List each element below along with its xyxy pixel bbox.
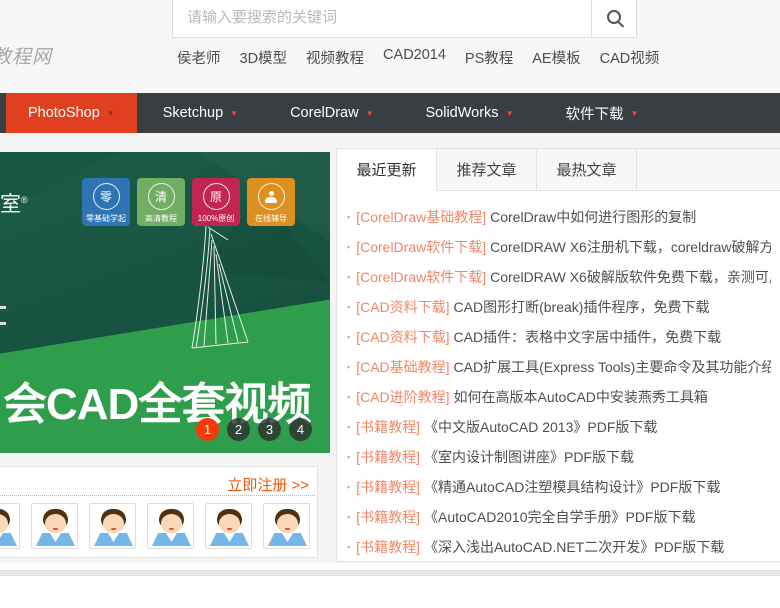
- badge-zero-basis: 零 零基础学起: [82, 178, 130, 226]
- banner-badges: 零 零基础学起 清 高清教程 原 100%原创 在线辅导: [82, 178, 295, 226]
- nav-item-coreldraw[interactable]: CorelDraw ▼: [264, 93, 399, 133]
- bullet-icon: ▪: [347, 302, 351, 312]
- article-item[interactable]: ▪ [CAD进阶教程] 如何在高版本AutoCAD中安装燕秀工具箱: [347, 382, 771, 412]
- member-avatars-row: [0, 503, 310, 549]
- badge-original: 原 100%原创: [192, 178, 240, 226]
- badge-hd-tutorial: 清 高清教程: [137, 178, 185, 226]
- chevron-down-icon: ▼: [230, 108, 239, 118]
- article-item[interactable]: ▪ [CAD资料下载] CAD插件：表格中文字居中插件，免费下载: [347, 322, 771, 352]
- article-item[interactable]: ▪ [CAD资料下载] CAD图形打断(break)插件程序，免费下载: [347, 292, 771, 322]
- nav-item-sketchup[interactable]: Sketchup ▼: [137, 93, 264, 133]
- cutoff-text-fragment: [0, 322, 6, 325]
- article-item[interactable]: ▪ [书籍教程] 《深入浅出AutoCAD.NET二次开发》PDF版下载: [347, 532, 771, 562]
- article-item[interactable]: ▪ [书籍教程] 《室内设计制图讲座》PDF版下载: [347, 442, 771, 472]
- top-link-3dmodel[interactable]: 3D模型: [240, 47, 288, 68]
- nav-item-label: PhotoShop: [28, 105, 100, 121]
- top-link-houlaoshi[interactable]: 侯老师: [177, 47, 221, 68]
- bullet-icon: ▪: [347, 362, 351, 372]
- bullet-icon: ▪: [347, 452, 351, 462]
- search-bar: [172, 0, 637, 38]
- member-avatar[interactable]: [205, 503, 252, 549]
- tab-hottest[interactable]: 最热文章: [537, 149, 637, 190]
- top-link-ps[interactable]: PS教程: [465, 47, 513, 68]
- main-nav: PhotoShop ▼ Sketchup ▼ CorelDraw ▼ Solid…: [0, 93, 780, 133]
- dotted-divider: [0, 495, 315, 496]
- nav-item-solidworks[interactable]: SolidWorks ▼: [400, 93, 540, 133]
- zero-icon: 零: [92, 183, 120, 210]
- page: 教程网 侯老师 3D模型 视频教程 CAD2014 PS教程 AE模板 CAD视…: [0, 0, 780, 608]
- member-avatar[interactable]: [263, 503, 310, 549]
- site-logo: 教程网: [0, 47, 53, 68]
- header: 教程网 侯老师 3D模型 视频教程 CAD2014 PS教程 AE模板 CAD视…: [0, 0, 780, 93]
- top-link-cad2014[interactable]: CAD2014: [383, 47, 446, 68]
- original-icon: 原: [202, 183, 230, 210]
- article-item[interactable]: ▪ [书籍教程] 《AutoCAD2010完全自学手册》PDF版下载: [347, 502, 771, 532]
- section-divider: [0, 570, 780, 576]
- search-input[interactable]: [173, 0, 591, 37]
- cutoff-text-fragment: [0, 306, 6, 309]
- bullet-icon: ▪: [347, 482, 351, 492]
- search-icon: [607, 10, 621, 24]
- hd-icon: 清: [147, 183, 175, 210]
- nav-item-label: Sketchup: [162, 105, 224, 121]
- slider-dot-1[interactable]: 1: [196, 418, 219, 441]
- search-button[interactable]: [591, 0, 636, 37]
- article-item[interactable]: ▪ [CAD基础教程] CAD扩展工具(Express Tools)主要命令及其功能…: [347, 352, 771, 382]
- member-avatar[interactable]: [147, 503, 194, 549]
- top-link-ae[interactable]: AE模板: [532, 47, 580, 68]
- bullet-icon: ▪: [347, 512, 351, 522]
- member-avatar[interactable]: [0, 503, 20, 549]
- tab-recommended[interactable]: 推荐文章: [437, 149, 537, 190]
- member-avatar[interactable]: [89, 503, 136, 549]
- bullet-icon: ▪: [347, 332, 351, 342]
- nav-item-label: SolidWorks: [425, 105, 499, 121]
- top-link-cadvideo[interactable]: CAD视频: [600, 47, 660, 68]
- register-now-link[interactable]: 立即注册 >>: [227, 474, 309, 495]
- chevron-down-icon: ▼: [505, 108, 514, 118]
- nav-item-label: 软件下载: [565, 106, 624, 123]
- article-item[interactable]: ▪ [CorelDraw软件下载] CorelDRAW X6破解版软件免费下载，亲测…: [347, 262, 771, 292]
- top-links: 侯老师 3D模型 视频教程 CAD2014 PS教程 AE模板 CAD视频: [177, 47, 659, 68]
- article-list: ▪ [CorelDraw基础教程] CorelDraw中如何进行图形的复制 ▪ [Co…: [337, 191, 780, 562]
- person-icon: [257, 183, 285, 210]
- chevron-down-icon: ▼: [630, 108, 639, 118]
- nav-item-photoshop[interactable]: PhotoShop ▼: [6, 93, 137, 133]
- nav-item-label: CorelDraw: [290, 105, 359, 121]
- bullet-icon: ▪: [347, 242, 351, 252]
- banner-logo-fragment: 室®: [0, 193, 28, 216]
- bullet-icon: ▪: [347, 542, 351, 552]
- register-panel: 立即注册 >>: [0, 466, 318, 558]
- chevron-down-icon: ▼: [365, 108, 374, 118]
- articles-panel: 最近更新 推荐文章 最热文章 ▪ [CorelDraw基础教程] CorelDraw…: [336, 148, 780, 562]
- tab-recent-updates[interactable]: 最近更新: [337, 149, 437, 191]
- article-item[interactable]: ▪ [CorelDraw软件下载] CorelDRAW X6注册机下载，coreld…: [347, 232, 771, 262]
- promo-banner[interactable]: 室® 零 零基础学起 清 高清教程 原 100%原创 在线辅导 会CAD全套视频…: [0, 152, 330, 453]
- article-item[interactable]: ▪ [书籍教程] 《精通AutoCAD注塑模具结构设计》PDF版下载: [347, 472, 771, 502]
- slider-dot-2[interactable]: 2: [227, 418, 250, 441]
- article-item[interactable]: ▪ [书籍教程] 《中文版AutoCAD 2013》PDF版下载: [347, 412, 771, 442]
- nav-item-software-download[interactable]: 软件下载 ▼: [539, 93, 664, 133]
- slider-dot-4[interactable]: 4: [289, 418, 312, 441]
- bullet-icon: ▪: [347, 212, 351, 222]
- top-link-video[interactable]: 视频教程: [306, 47, 364, 68]
- bullet-icon: ▪: [347, 422, 351, 432]
- member-avatar[interactable]: [31, 503, 78, 549]
- wireframe-tower-drawing: [191, 225, 249, 349]
- bullet-icon: ▪: [347, 392, 351, 402]
- badge-label: 在线辅导: [255, 214, 287, 223]
- tab-strip: 最近更新 推荐文章 最热文章: [337, 149, 780, 191]
- badge-label: 零基础学起: [86, 214, 126, 223]
- badge-online-coach: 在线辅导: [247, 178, 295, 226]
- article-item[interactable]: ▪ [CorelDraw基础教程] CorelDraw中如何进行图形的复制: [347, 202, 771, 232]
- bullet-icon: ▪: [347, 272, 351, 282]
- slider-dot-3[interactable]: 3: [258, 418, 281, 441]
- chevron-down-icon: ▼: [106, 108, 115, 118]
